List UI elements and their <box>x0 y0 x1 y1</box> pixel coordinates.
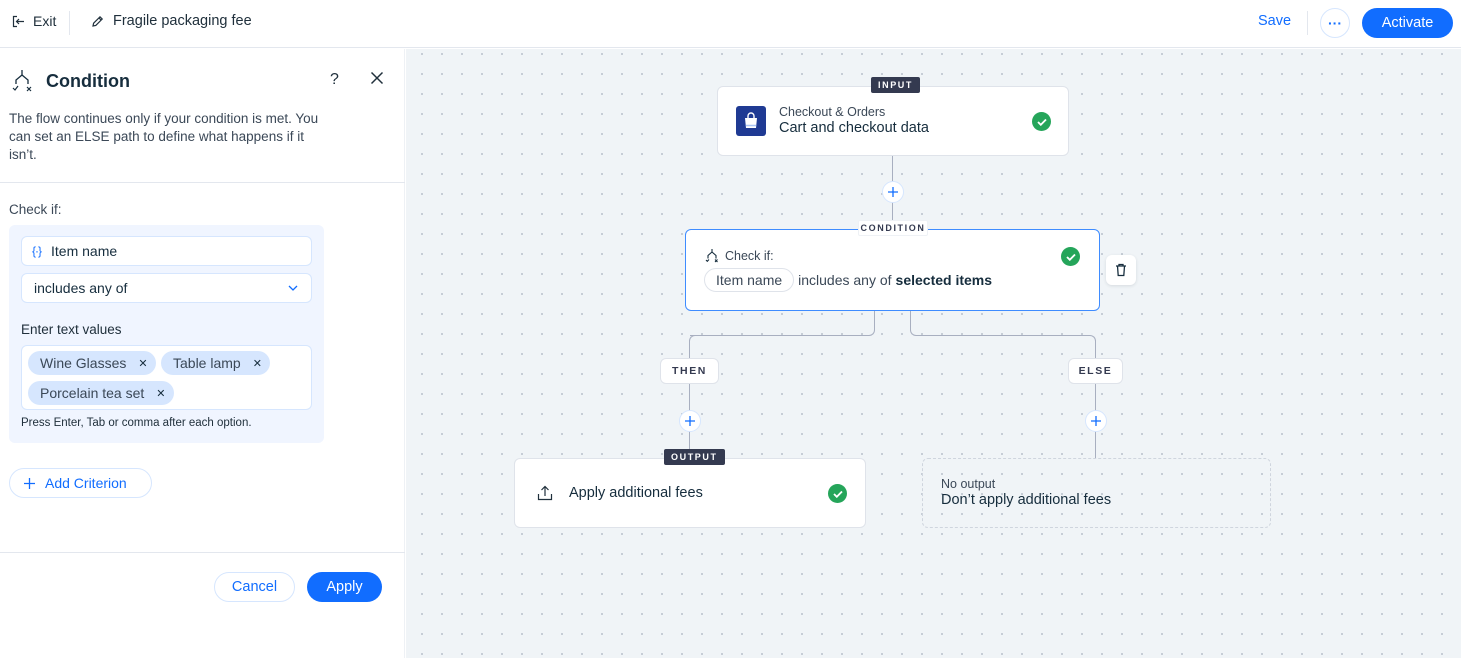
add-criterion-label: Add Criterion <box>45 475 127 491</box>
value-tag-label: Wine Glasses <box>40 355 127 371</box>
chevron-down-icon <box>288 285 298 291</box>
close-icon <box>370 71 384 85</box>
else-placeholder-node[interactable]: No output Don’t apply additional fees <box>922 458 1271 528</box>
input-app-name: Checkout & Orders <box>779 105 886 119</box>
condition-summary: Item name includes any of selected items <box>704 268 992 292</box>
save-button[interactable]: Save <box>1258 13 1291 29</box>
pencil-icon <box>92 15 104 27</box>
panel-description: The flow continues only if your conditio… <box>9 111 319 162</box>
value-tag-label: Table lamp <box>173 355 241 371</box>
delete-step-button[interactable] <box>1106 255 1136 285</box>
add-else-step-button[interactable] <box>1085 410 1107 432</box>
value-tag-label: Porcelain tea set <box>40 385 145 401</box>
exit-icon <box>12 15 24 27</box>
input-node[interactable]: Checkout & Orders Cart and checkout data <box>717 86 1069 156</box>
values-input[interactable]: Wine Glasses ✕ Table lamp ✕ Porcelain te… <box>21 345 312 410</box>
output-node[interactable]: Apply additional fees <box>514 458 866 528</box>
output-action-name: Apply additional fees <box>569 485 703 501</box>
condition-variable-pill: Item name <box>704 268 795 292</box>
more-icon: ··· <box>1328 15 1342 31</box>
success-check-icon <box>1061 247 1080 266</box>
values-label: Enter text values <box>21 322 122 337</box>
automation-title-text: Fragile packaging fee <box>113 13 252 29</box>
condition-badge: CONDITION <box>858 220 928 236</box>
else-node-text: No output Don’t apply additional fees <box>941 477 1111 508</box>
divider <box>69 11 70 35</box>
connector-line <box>916 335 1089 336</box>
connector-line <box>689 335 697 343</box>
variable-field[interactable]: {·} Item name <box>21 236 312 266</box>
else-node-title: Don’t apply additional fees <box>941 492 1112 508</box>
input-badge: INPUT <box>871 77 920 93</box>
add-then-step-button[interactable] <box>679 410 701 432</box>
divider <box>1307 11 1308 35</box>
variable-icon: {·} <box>32 244 42 258</box>
else-branch-label: ELSE <box>1068 358 1123 384</box>
add-step-button[interactable] <box>882 181 904 203</box>
else-node-subtitle: No output <box>941 477 996 491</box>
remove-tag-icon[interactable]: ✕ <box>138 357 147 370</box>
value-tag: Table lamp ✕ <box>161 351 270 375</box>
plus-icon <box>888 187 898 197</box>
add-criterion-button[interactable]: Add Criterion <box>9 468 152 498</box>
activate-button[interactable]: Activate <box>1362 8 1453 38</box>
apply-button[interactable]: Apply <box>307 572 382 602</box>
help-button[interactable]: ? <box>330 71 339 89</box>
more-actions-button[interactable]: ··· <box>1320 8 1350 38</box>
connector-line <box>910 310 916 336</box>
shopping-bag-icon <box>745 112 757 128</box>
plus-icon <box>1091 416 1101 426</box>
value-tag: Wine Glasses ✕ <box>28 351 156 375</box>
input-node-text: Checkout & Orders Cart and checkout data <box>779 105 929 136</box>
criterion-box: {·} Item name includes any of Enter text… <box>9 225 324 443</box>
condition-panel: Condition ? The flow continues only if y… <box>0 49 405 658</box>
plus-icon <box>685 416 695 426</box>
panel-header: Condition <box>12 69 130 93</box>
help-icon: ? <box>330 71 339 88</box>
remove-tag-icon[interactable]: ✕ <box>253 357 262 370</box>
checkout-app-icon <box>736 106 766 136</box>
success-check-icon <box>828 484 847 503</box>
top-bar: Exit Fragile packaging fee Save ··· Acti… <box>0 0 1461 48</box>
condition-node[interactable]: Check if: Item name includes any of sele… <box>685 229 1100 311</box>
remove-tag-icon[interactable]: ✕ <box>156 387 165 400</box>
divider <box>0 182 405 183</box>
condition-icon <box>12 70 32 92</box>
flow-canvas[interactable]: Checkout & Orders Cart and checkout data… <box>406 49 1461 658</box>
automation-title[interactable]: Fragile packaging fee <box>91 13 252 29</box>
condition-check-if: Check if: <box>725 248 774 263</box>
values-hint: Press Enter, Tab or comma after each opt… <box>21 417 252 429</box>
divider <box>0 552 405 553</box>
variable-field-value: Item name <box>51 243 118 259</box>
cancel-button[interactable]: Cancel <box>214 572 295 602</box>
exit-button[interactable]: Exit <box>12 13 56 29</box>
panel-title: Condition <box>46 70 130 91</box>
close-panel-button[interactable] <box>370 71 384 90</box>
condition-operator: includes any of <box>798 272 892 288</box>
output-badge: OUTPUT <box>664 449 725 465</box>
connector-line <box>690 310 875 336</box>
condition-node-header: Check if: <box>705 248 774 263</box>
check-if-label: Check if: <box>9 202 62 217</box>
value-tag: Porcelain tea set ✕ <box>28 381 174 405</box>
condition-value: selected items <box>895 272 993 288</box>
condition-icon <box>705 249 718 263</box>
plus-icon <box>24 477 35 489</box>
operator-select-value: includes any of <box>34 280 128 296</box>
then-branch-label: THEN <box>660 358 719 384</box>
exit-label: Exit <box>33 13 57 29</box>
operator-select[interactable]: includes any of <box>21 273 312 303</box>
input-trigger-name: Cart and checkout data <box>779 120 929 136</box>
upload-icon <box>537 485 553 501</box>
success-check-icon <box>1032 112 1051 131</box>
trash-icon <box>1116 263 1126 277</box>
